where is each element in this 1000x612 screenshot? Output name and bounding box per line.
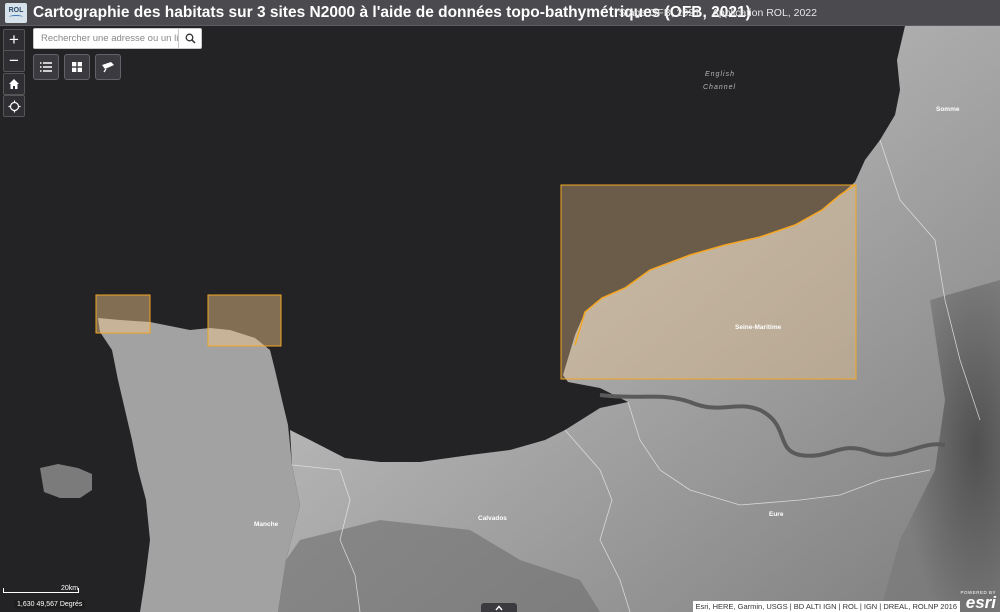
expand-panel-tab[interactable] [481,603,517,612]
search-button[interactable] [178,29,201,48]
map-attribution[interactable]: Esri, HERE, Garmin, USGS | BD ALTI IGN |… [692,601,960,612]
header-link-stage-ofb[interactable]: Stage OFB, 2021 [619,7,700,19]
place-label-calvados: Calvados [478,515,507,522]
zoom-control: + − [3,29,25,72]
place-label-eure: Eure [769,511,784,518]
site-highlight-3[interactable] [560,184,857,380]
home-icon [9,79,19,89]
basemap-gallery-icon [72,62,82,72]
coordinates-readout: 1,630 49,567 Degrés [14,600,86,609]
search-widget [33,28,202,49]
search-input[interactable] [34,29,179,48]
zoom-out-button[interactable]: − [4,50,24,71]
wave-icon [9,14,23,19]
water-label-english: English [705,71,735,78]
site-highlight-2[interactable] [207,294,282,347]
layer-list-button[interactable] [33,54,59,80]
place-label-somme: Somme [936,106,960,113]
measure-icon [102,62,114,73]
home-button[interactable] [3,73,25,95]
map-application: English Channel Somme Seine-Maritime Man… [0,0,1000,612]
zoom-in-button[interactable]: + [4,30,24,50]
header-link-application-rol[interactable]: Application ROL, 2022 [712,7,817,19]
search-icon [185,33,196,44]
measure-button[interactable] [95,54,121,80]
app-logo: ROL [5,2,27,23]
scale-bar-label: 20km [61,585,79,592]
layer-list-icon [40,62,52,72]
place-label-manche: Manche [254,521,279,528]
esri-logo[interactable]: POWERED BY esri [960,590,996,612]
locate-button[interactable] [3,95,25,117]
chevron-up-icon [495,604,503,610]
site-highlight-1[interactable] [95,294,151,334]
basemap-gallery-button[interactable] [64,54,90,80]
locate-icon [8,100,20,112]
place-label-seine-maritime: Seine-Maritime [735,324,782,331]
esri-logo-text: esri [965,593,996,612]
water-label-channel: Channel [703,84,737,91]
app-logo-text: ROL [8,6,24,14]
app-header: ROL Cartographie des habitats sur 3 site… [0,0,1000,26]
header-links: Stage OFB, 2021 Application ROL, 2022 [619,0,817,26]
